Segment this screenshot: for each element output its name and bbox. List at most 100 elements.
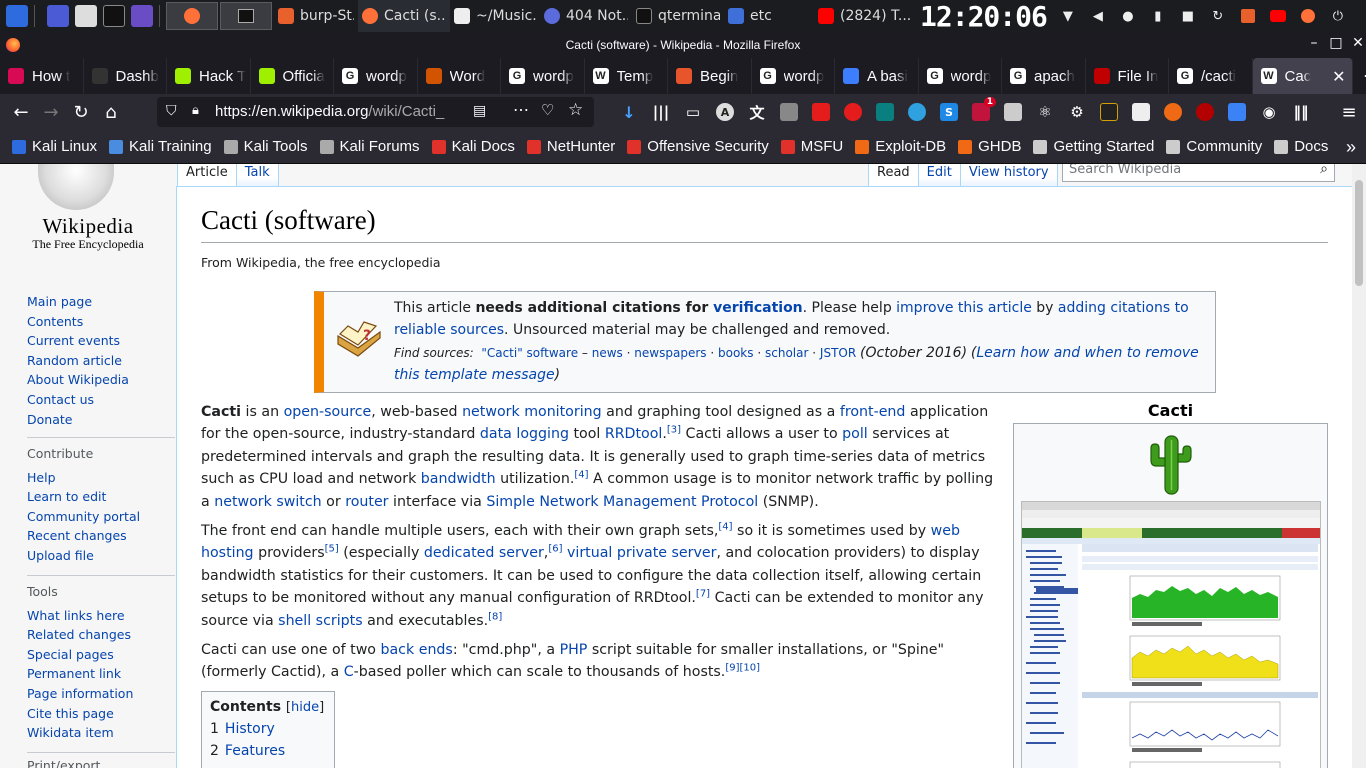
poll-link[interactable]: poll [842, 426, 868, 442]
bookmark-item[interactable]: Exploit-DB [855, 138, 946, 155]
tab-article[interactable]: Article [177, 164, 236, 186]
sidebar-link-help[interactable]: Help [27, 468, 140, 488]
workspace-terminal[interactable] [220, 2, 272, 30]
browser-tab[interactable]: Word [418, 58, 501, 94]
citation-8[interactable]: [8] [488, 611, 502, 622]
page-actions-icon[interactable]: ⋯ [513, 100, 529, 120]
close-tab-icon[interactable]: ✕ [1332, 67, 1345, 87]
tab-read[interactable]: Read [868, 164, 918, 186]
task-firefox-cacti[interactable]: Cacti (s... [358, 0, 450, 32]
workspace-firefox[interactable] [166, 2, 218, 30]
new-tab-button[interactable]: + [1363, 64, 1366, 89]
source-news-link[interactable]: news [592, 346, 623, 360]
url-bar[interactable]: ⛉ 🔒︎ https://en.wikipedia.org/wiki/Cacti… [157, 97, 594, 127]
close-window-button[interactable]: ✕ [1350, 35, 1366, 51]
verification-link[interactable]: verification [713, 300, 803, 316]
source-search-link[interactable]: "Cacti" software [481, 346, 578, 360]
sidebar-link-random-article[interactable]: Random article [27, 351, 129, 371]
bookmark-item[interactable]: Kali Docs [431, 138, 515, 155]
sidebar-link-permanent-link[interactable]: Permanent link [27, 664, 133, 684]
bookmark-star-icon[interactable]: ☆ [568, 100, 583, 120]
browser-tab[interactable]: A basi [835, 58, 919, 94]
source-scholar-link[interactable]: scholar [765, 346, 808, 360]
browser-tab[interactable]: Dashb [84, 58, 167, 94]
sidebar-link-main-page[interactable]: Main page [27, 292, 129, 312]
toc-link-features[interactable]: Features [225, 743, 285, 759]
bookmark-item[interactable]: Kali Linux [12, 138, 97, 155]
sidebar-link-community-portal[interactable]: Community portal [27, 507, 140, 527]
file-manager-icon[interactable] [75, 5, 97, 27]
sidebar-link-contact-us[interactable]: Contact us [27, 390, 129, 410]
vps-link[interactable]: virtual private server [567, 545, 716, 561]
grid-icon[interactable] [1132, 103, 1150, 121]
s-extension-icon[interactable]: S [940, 103, 958, 121]
sidebar-link-learn-to-edit[interactable]: Learn to edit [27, 487, 140, 507]
network-icon[interactable]: ▼ [1060, 8, 1076, 24]
tab-talk[interactable]: Talk [235, 164, 279, 186]
toc-hide-link[interactable]: hide [291, 700, 319, 715]
task-etc[interactable]: etc [724, 0, 814, 32]
network-monitoring-link[interactable]: network monitoring [462, 404, 602, 420]
browser-tab[interactable]: G/cacti [1169, 58, 1253, 94]
terminal-launcher-icon[interactable] [103, 5, 125, 27]
notifications-icon[interactable]: ● [1120, 8, 1136, 24]
php-link[interactable]: PHP [560, 642, 588, 658]
youtube-tray-icon[interactable] [1269, 8, 1286, 24]
reload-button[interactable]: ↻ [66, 97, 96, 127]
bandwidth-link[interactable]: bandwidth [421, 471, 496, 487]
sidebar-icon[interactable]: ▭ [684, 103, 702, 121]
citation-7[interactable]: [7] [696, 588, 710, 599]
sidebar-link-donate[interactable]: Donate [27, 410, 129, 430]
battery-icon[interactable]: ▮ [1150, 8, 1166, 24]
cacti-screenshot[interactable] [1021, 501, 1321, 768]
task-404[interactable]: 404 Not... [540, 0, 632, 32]
lock-icon[interactable]: 🔒︎ [192, 102, 199, 118]
source-jstor-link[interactable]: JSTOR [820, 346, 856, 360]
bookmark-item[interactable]: Community [1166, 138, 1262, 155]
browser-tab[interactable]: W Temp [585, 58, 668, 94]
wappalyzer-icon[interactable] [876, 103, 894, 121]
c-language-link[interactable]: C [344, 664, 354, 680]
scrollbar-thumb[interactable] [1355, 180, 1363, 286]
shield-icon[interactable]: ⛉ [166, 102, 177, 119]
sidebar-link-contents[interactable]: Contents [27, 312, 129, 332]
terminal-extension-icon[interactable] [1100, 103, 1118, 121]
more-bookmarks-icon[interactable]: » [1346, 137, 1356, 158]
task-burp[interactable]: burp-St... [274, 0, 358, 32]
citation-5[interactable]: [5] [325, 544, 339, 555]
sidebar-link-recent-changes[interactable]: Recent changes [27, 526, 140, 546]
refresh-icon[interactable]: ↻ [1210, 8, 1226, 24]
browser-tab[interactable]: Gapach [1002, 58, 1086, 94]
dedicated-server-link[interactable]: dedicated server [424, 545, 544, 561]
browser-tab[interactable]: How t [0, 58, 84, 94]
sidebar-link-cite-this-page[interactable]: Cite this page [27, 704, 133, 724]
bookmark-item[interactable]: Kali Forums [319, 138, 420, 155]
tab-edit[interactable]: Edit [917, 164, 960, 186]
citation-10[interactable]: [10] [739, 663, 760, 674]
notifier-icon[interactable]: 1 [972, 97, 996, 121]
back-button[interactable]: ← [6, 97, 36, 127]
browser-tab[interactable]: Gwordp [334, 58, 418, 94]
columns-icon[interactable]: ‖‖ [1292, 103, 1310, 121]
search-input[interactable]: Search Wikipedia ⌕ [1062, 164, 1335, 182]
browser-tab[interactable]: Gwordp [752, 58, 835, 94]
react-devtools-icon[interactable]: ⚛ [1036, 103, 1054, 121]
firefox-tray-icon[interactable] [1300, 8, 1316, 24]
rrdtool-link[interactable]: RRDtool [605, 426, 663, 442]
task-qterminal[interactable]: qterminal [632, 0, 724, 32]
task-music[interactable]: ~/Music... [450, 0, 540, 32]
data-logging-link[interactable]: data logging [480, 426, 569, 442]
library-icon[interactable]: ||| [652, 103, 670, 121]
task-youtube[interactable]: (2824) T... [814, 0, 914, 32]
open-source-link[interactable]: open-source [284, 404, 372, 420]
burp-tray-icon[interactable] [1240, 8, 1256, 24]
sidebar-link-wikidata-item[interactable]: Wikidata item [27, 723, 133, 743]
document-extension-icon[interactable] [1228, 103, 1246, 121]
translate-icon[interactable]: 文 [748, 103, 766, 122]
snmp-link[interactable]: Simple Network Management Protocol [486, 494, 758, 510]
sidebar-link-related-changes[interactable]: Related changes [27, 625, 133, 645]
maximize-button[interactable]: □ [1328, 35, 1344, 51]
sidebar-link-about-wikipedia[interactable]: About Wikipedia [27, 370, 129, 390]
network-switch-link[interactable]: network switch [214, 494, 321, 510]
minimize-button[interactable]: – [1306, 35, 1322, 51]
